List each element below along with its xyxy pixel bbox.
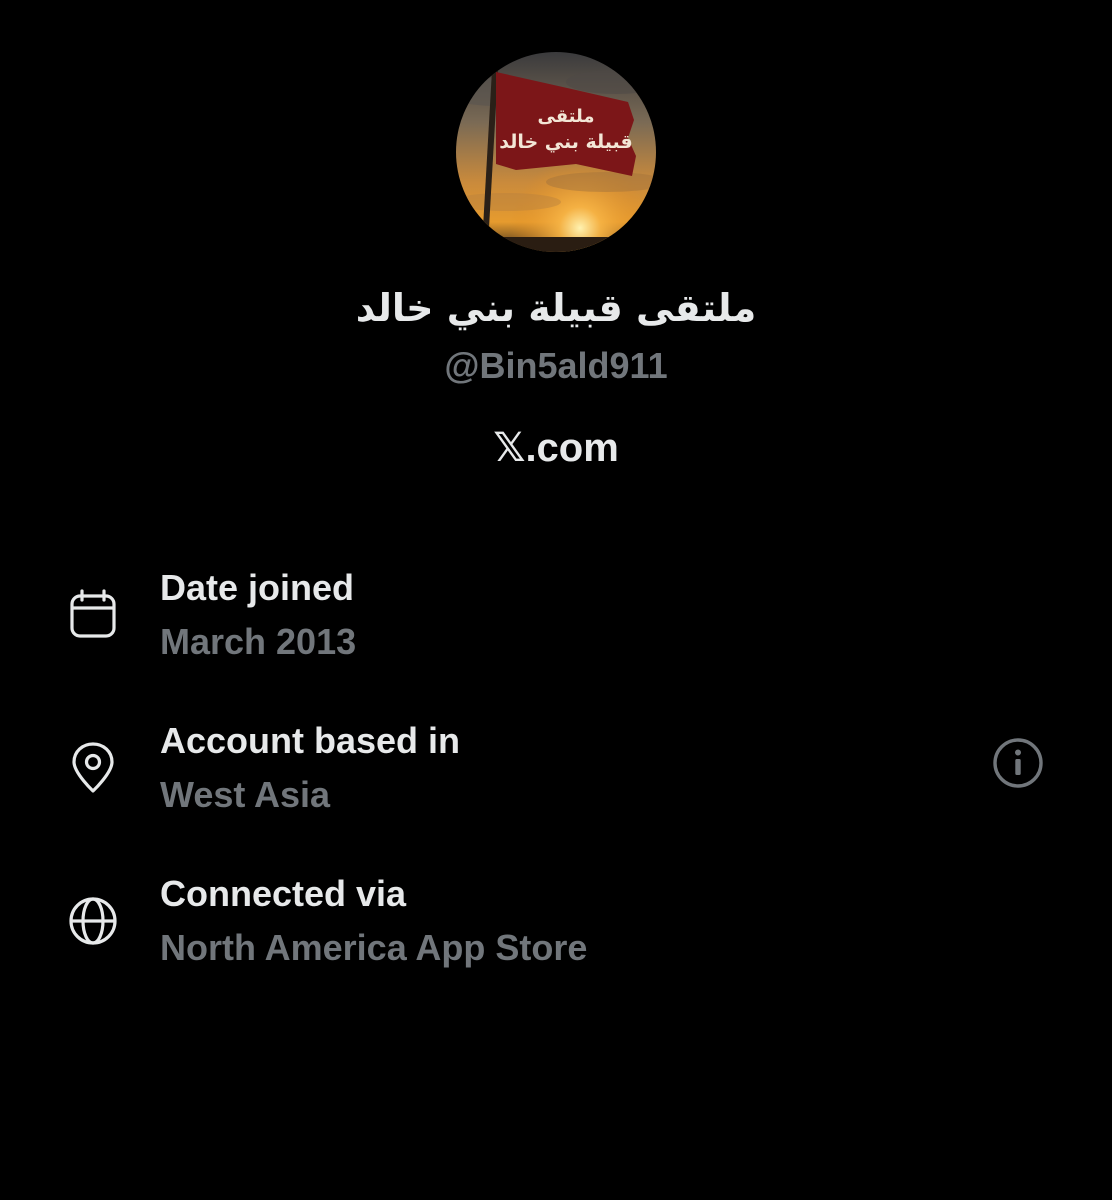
avatar-flag-text-line-1: ملتقى (537, 106, 594, 127)
info-icon[interactable] (990, 735, 1046, 791)
profile-website-link[interactable]: 𝕏.com (0, 424, 1112, 472)
profile-display-name: ملتقى قبيلة بني خالد (355, 286, 757, 330)
website-link-text: .com (525, 426, 619, 470)
globe-icon (69, 897, 117, 945)
detail-row-connected-via: Connected via North America App Store (0, 872, 1112, 982)
account-based-in-value: West Asia (160, 774, 331, 815)
profile-handle[interactable]: @Bin5ald911 (0, 344, 1112, 388)
avatar-flag-text-line-2: قبيلة بني خالد (499, 131, 633, 153)
date-joined-label: Date joined (160, 567, 355, 608)
connected-via-label: Connected via (160, 873, 407, 914)
connected-via-value: North America App Store (160, 927, 588, 968)
account-based-in-label: Account based in (160, 720, 461, 761)
calendar-icon (70, 589, 116, 638)
x-logo-icon: 𝕏 (493, 425, 526, 471)
location-pin-icon (72, 742, 114, 793)
detail-row-date-joined: Date joined March 2013 (0, 566, 1112, 676)
date-joined-value: March 2013 (160, 621, 357, 662)
profile-avatar[interactable]: ملتقى قبيلة بني خالد (456, 52, 656, 252)
detail-row-account-based-in: Account based in West Asia (0, 719, 1112, 829)
avatar-flag-image: ملتقى قبيلة بني خالد (456, 52, 656, 252)
